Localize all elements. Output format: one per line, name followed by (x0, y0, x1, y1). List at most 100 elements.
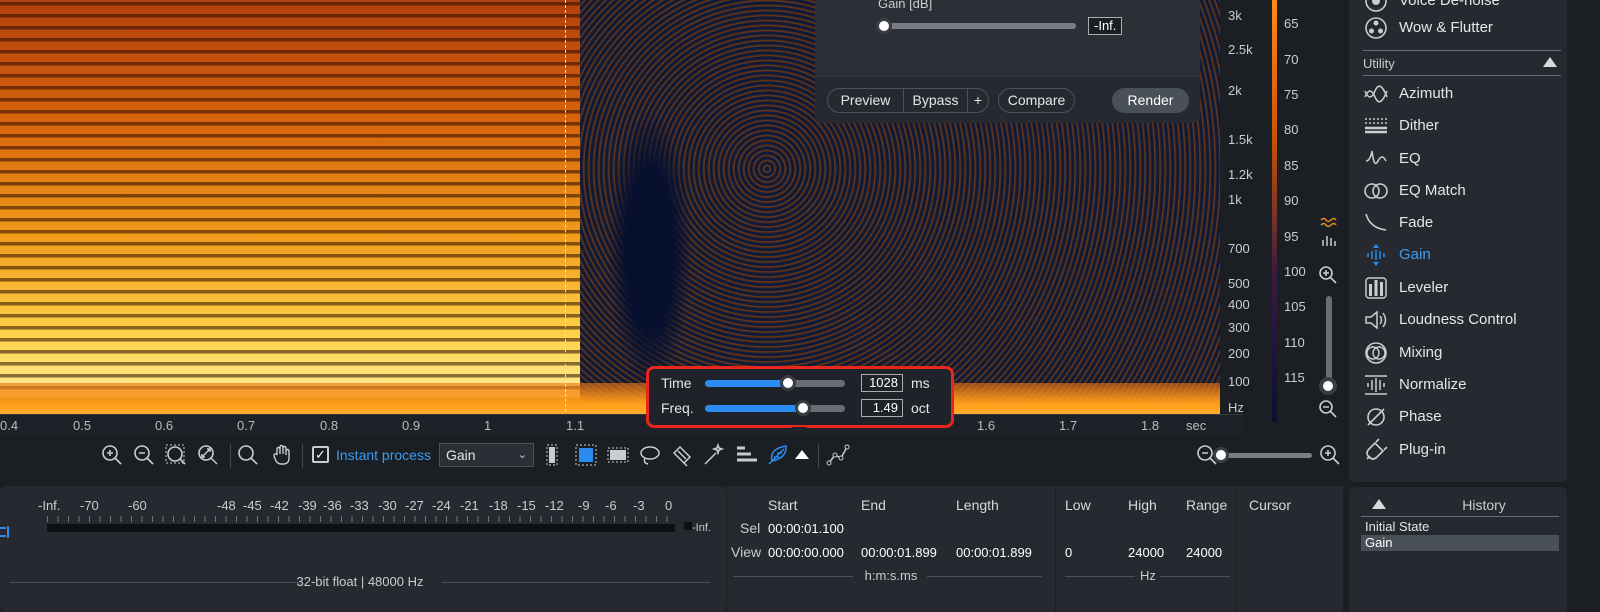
horizontal-zoom-handle[interactable] (1213, 447, 1229, 463)
time-resolution-slider[interactable] (705, 375, 845, 391)
module-item-dither[interactable]: Dither (1363, 111, 1563, 141)
history-item-initial-state[interactable]: Initial State (1361, 519, 1559, 535)
range-header: Range (1186, 497, 1228, 513)
end-header: End (861, 497, 886, 513)
feather-icon[interactable] (766, 443, 790, 467)
footer-rule (10, 582, 300, 583)
compare-button[interactable]: Compare (998, 88, 1075, 113)
meter-scale-tick: -27 (405, 498, 424, 513)
view-length-value[interactable]: 00:00:01.899 (956, 545, 1032, 560)
freq-tick: 1.5k (1228, 132, 1253, 147)
frequency-selection-icon[interactable] (606, 443, 630, 467)
low-value[interactable]: 0 (1065, 545, 1072, 560)
brush-icon[interactable] (670, 443, 694, 467)
zoom-out-vertical-icon[interactable] (1317, 398, 1339, 420)
gain-param-label: Gain [dB] (878, 0, 933, 11)
module-item-plug-in[interactable]: Plug-in (1363, 435, 1563, 465)
gain-slider-track[interactable] (883, 23, 1076, 29)
zoom-tool-icon[interactable] (236, 443, 260, 467)
time-resolution-handle[interactable] (780, 375, 796, 391)
toolbar: ✓ Instant process Gain ⌄ (0, 436, 1345, 476)
footer-rule (927, 576, 1042, 577)
channel-link-icon[interactable] (0, 524, 10, 540)
phase-icon (1367, 408, 1385, 426)
gain-slider-handle[interactable] (876, 18, 892, 34)
lasso-icon[interactable] (638, 443, 662, 467)
module-item-fade[interactable]: Fade (1363, 208, 1563, 238)
zoom-in-vertical-icon[interactable] (1317, 264, 1339, 286)
leveler-icon (1365, 277, 1387, 299)
spectrogram-low-band (0, 383, 1243, 417)
hand-tool-icon[interactable] (270, 443, 294, 467)
resolution-toggle-icon[interactable] (790, 443, 814, 467)
meter-scale-tick: -42 (270, 498, 289, 513)
add-bypass-button[interactable]: + (967, 88, 989, 113)
high-value[interactable]: 24000 (1128, 545, 1164, 560)
vertical-zoom-handle[interactable] (1319, 377, 1337, 395)
zoom-in-horizontal-icon[interactable] (1318, 443, 1342, 467)
view-start-value[interactable]: 00:00:00.000 (768, 545, 844, 560)
azimuth-icon (1364, 85, 1388, 103)
module-item-azimuth[interactable]: Azimuth (1363, 79, 1563, 109)
module-item-mixing[interactable]: Mixing (1363, 338, 1563, 368)
module-item-eq-match[interactable]: EQ Match (1363, 176, 1563, 206)
vertical-zoom-slider[interactable] (1326, 296, 1332, 386)
harmonic-selection-icon[interactable] (734, 443, 758, 467)
view-end-value[interactable]: 00:00:01.899 (861, 545, 937, 560)
fade-icon (1365, 213, 1387, 231)
db-tick: 95 (1284, 229, 1299, 244)
module-item-phase[interactable]: Phase (1363, 402, 1563, 432)
module-item-loudness-control[interactable]: Loudness Control (1363, 305, 1563, 335)
module-item-normalize[interactable]: Normalize (1363, 370, 1563, 400)
freq-tick: 500 (1228, 276, 1250, 291)
peak-hold-label: -Inf. (692, 522, 711, 534)
time-resolution-value[interactable]: 1028 (861, 374, 903, 392)
zoom-selection-icon[interactable] (164, 443, 188, 467)
sel-start-value[interactable]: 00:00:01.100 (768, 521, 844, 536)
module-label: EQ (1399, 150, 1421, 167)
module-item-eq[interactable]: EQ (1363, 144, 1563, 174)
freq-resolution-value[interactable]: 1.49 (861, 399, 903, 417)
module-label: Loudness Control (1399, 311, 1517, 328)
collapse-triangle-icon[interactable] (1372, 499, 1386, 509)
freq-tick: 100 (1228, 374, 1250, 389)
render-button[interactable]: Render (1112, 88, 1189, 113)
range-value[interactable]: 24000 (1186, 545, 1222, 560)
instant-process-label[interactable]: Instant process (336, 447, 431, 463)
module-label: Fade (1399, 214, 1434, 231)
meter-scale-tick: -3 (633, 498, 645, 513)
instant-process-module-select[interactable]: Gain ⌄ (439, 443, 534, 467)
module-label: Mixing (1399, 344, 1443, 361)
spectral-display-icon[interactable] (1318, 214, 1340, 250)
cursor-header: Cursor (1249, 497, 1292, 513)
history-item-gain[interactable]: Gain (1361, 535, 1559, 551)
magic-wand-icon[interactable] (702, 443, 726, 467)
bypass-button[interactable]: Bypass (903, 88, 968, 113)
format-footer: 32-bit float | 48000 Hz (10, 574, 710, 589)
horizontal-zoom-slider[interactable] (1220, 453, 1312, 458)
preview-button[interactable]: Preview (827, 88, 904, 113)
time-tick: 1.7 (1059, 418, 1078, 433)
instant-process-checkbox[interactable]: ✓ (312, 446, 329, 463)
freq-tick: 2k (1228, 83, 1242, 98)
audio-format-label: 32-bit float | 48000 Hz (296, 574, 424, 589)
module-label: Leveler (1399, 279, 1449, 296)
time-axis[interactable]: 0.4 0.5 0.6 0.7 0.8 0.9 1 1.1 1.6 1.7 1.… (0, 414, 1243, 436)
utility-group-header[interactable]: Utility (1363, 50, 1561, 76)
envelope-icon[interactable] (826, 443, 850, 467)
freq-resolution-slider[interactable] (705, 400, 845, 416)
zoom-all-icon[interactable] (196, 443, 220, 467)
zoom-out-icon[interactable] (132, 443, 156, 467)
time-tick: 1.1 (566, 418, 585, 433)
module-item-gain[interactable]: Gain (1363, 240, 1563, 270)
freq-resolution-handle[interactable] (795, 400, 811, 416)
module-item-wow-flutter[interactable]: Wow & Flutter (1363, 13, 1563, 43)
playback-cursor[interactable] (565, 0, 566, 422)
time-frequency-selection-icon[interactable] (574, 443, 598, 467)
module-item-leveler[interactable]: Leveler (1363, 273, 1563, 303)
gain-value-field[interactable]: -Inf. (1088, 17, 1123, 35)
zoom-in-icon[interactable] (100, 443, 124, 467)
time-selection-icon[interactable] (540, 443, 564, 467)
meter-scale-tick: -6 (605, 498, 617, 513)
time-tick: 1.8 (1141, 418, 1160, 433)
